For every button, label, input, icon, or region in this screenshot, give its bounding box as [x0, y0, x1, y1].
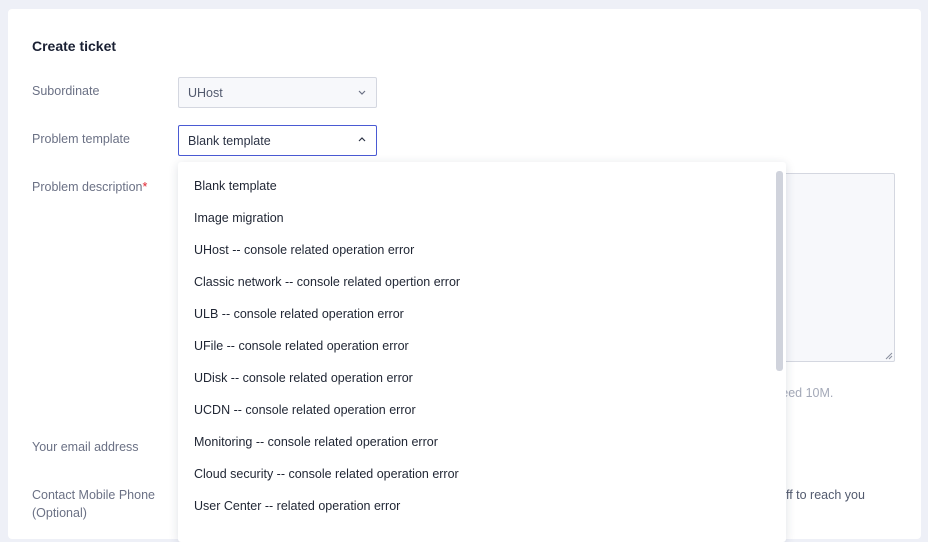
- chevron-up-icon: [358, 137, 366, 142]
- problem-description-label: Problem description*: [32, 178, 147, 196]
- dropdown-option[interactable]: Cloud security -- console related operat…: [194, 467, 459, 481]
- problem-description-text: Problem description: [32, 180, 143, 194]
- subordinate-label: Subordinate: [32, 84, 100, 98]
- phone-label-line1: Contact Mobile Phone: [32, 488, 155, 502]
- dropdown-option[interactable]: Classic network -- console related opert…: [194, 275, 460, 289]
- dropdown-option[interactable]: Blank template: [194, 179, 277, 193]
- email-label: Your email address: [32, 440, 139, 454]
- dropdown-option[interactable]: Image migration: [194, 211, 284, 225]
- chevron-down-icon: [358, 90, 366, 95]
- dropdown-option[interactable]: UFile -- console related operation error: [194, 339, 409, 353]
- problem-template-label: Problem template: [32, 132, 130, 146]
- resize-handle-icon[interactable]: [885, 352, 893, 360]
- phone-hint: uff to reach you: [779, 488, 865, 502]
- problem-description-textarea[interactable]: [768, 173, 895, 362]
- subordinate-select[interactable]: UHost: [178, 77, 377, 108]
- dropdown-option[interactable]: UHost -- console related operation error: [194, 243, 414, 257]
- page-title: Create ticket: [32, 38, 117, 54]
- phone-label-line2: (Optional): [32, 506, 87, 520]
- phone-label: Contact Mobile Phone (Optional): [32, 486, 155, 522]
- problem-template-select[interactable]: Blank template: [178, 125, 377, 156]
- subordinate-value: UHost: [188, 86, 223, 100]
- dropdown-option[interactable]: UDisk -- console related operation error: [194, 371, 413, 385]
- dropdown-option[interactable]: Monitoring -- console related operation …: [194, 435, 438, 449]
- dropdown-scrollbar-thumb[interactable]: [776, 171, 783, 371]
- dropdown-option[interactable]: ULB -- console related operation error: [194, 307, 404, 321]
- dropdown-option[interactable]: User Center -- related operation error: [194, 499, 400, 513]
- problem-template-value: Blank template: [188, 134, 271, 148]
- dropdown-option[interactable]: UCDN -- console related operation error: [194, 403, 416, 417]
- problem-template-dropdown: Blank template Image migration UHost -- …: [178, 162, 786, 542]
- required-mark: *: [142, 180, 148, 194]
